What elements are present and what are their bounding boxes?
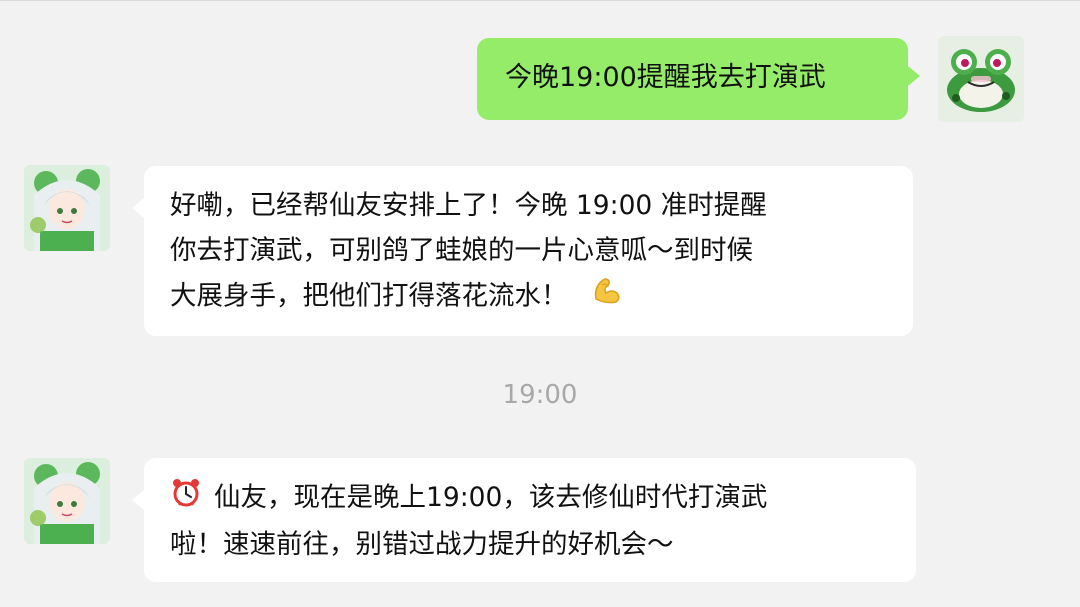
outgoing-message-bubble[interactable]: 今晚19:00提醒我去打演武 xyxy=(477,38,908,120)
message-text-line: 仙友，现在是晚上19:00，该去修仙时代打演武 xyxy=(170,475,890,522)
alarm-clock-icon xyxy=(170,476,202,522)
message-text-line: 大展身手，把他们打得落花流水！ xyxy=(170,273,887,321)
message-text-line: 你去打演武，可别鸽了蛙娘的一片心意呱～到时候 xyxy=(170,235,753,266)
bubble-tail xyxy=(132,490,144,510)
message-text-line: 啦！速速前往，别错过战力提升的好机会～ xyxy=(170,528,674,560)
message-text-line: 好嘞，已经帮仙友安排上了！今晚 19:00 准时提醒 xyxy=(170,190,767,221)
message-text: 今晚19:00提醒我去打演武 xyxy=(505,62,826,93)
message-text-line-content: 仙友，现在是晚上19:00，该去修仙时代打演武 xyxy=(214,482,768,513)
incoming-message-bubble[interactable]: 好嘞，已经帮仙友安排上了！今晚 19:00 准时提醒 你去打演武，可别鸽了蛙娘的… xyxy=(144,166,913,336)
anime-girl-avatar-icon[interactable] xyxy=(24,165,110,251)
bubble-tail xyxy=(132,198,144,218)
message-timestamp: 19:00 xyxy=(502,380,578,410)
flexed-biceps-icon xyxy=(590,273,624,321)
frog-avatar-icon[interactable] xyxy=(938,36,1024,122)
bubble-tail xyxy=(908,66,920,86)
message-text-line-content: 大展身手，把他们打得落花流水！ xyxy=(170,280,568,312)
anime-girl-avatar-icon[interactable] xyxy=(24,458,110,544)
chat-message-list[interactable]: 今晚19:00提醒我去打演武 好嘞，已经帮仙友安排上了！今晚 19:00 准时提… xyxy=(0,0,1080,607)
incoming-message-bubble[interactable]: 仙友，现在是晚上19:00，该去修仙时代打演武 啦！速速前往，别错过战力提升的好… xyxy=(144,458,916,582)
